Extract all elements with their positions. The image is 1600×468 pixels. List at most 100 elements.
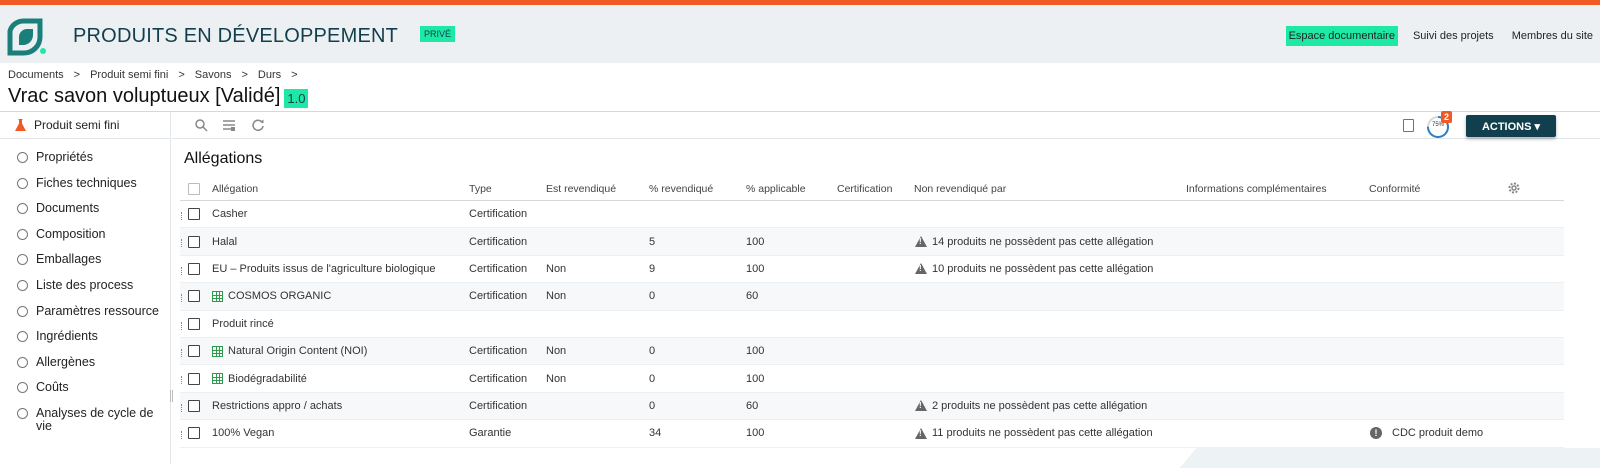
row-checkbox[interactable] bbox=[188, 399, 200, 412]
actions-button[interactable]: ACTIONS ▾ bbox=[1466, 115, 1556, 137]
allegation-name[interactable]: COSMOS ORGANIC bbox=[228, 290, 331, 302]
allegation-name[interactable]: Biodégradabilité bbox=[228, 373, 307, 385]
radio-icon bbox=[17, 331, 28, 343]
warning-text[interactable]: 14 produits ne possèdent pas cette allég… bbox=[932, 236, 1153, 248]
warning-text[interactable]: 2 produits ne possèdent pas cette alléga… bbox=[932, 400, 1147, 412]
row-checkbox[interactable] bbox=[188, 372, 200, 385]
column-header-pct-claimed[interactable]: % revendiqué bbox=[649, 177, 713, 200]
sidebar-item-parametres-ressource[interactable]: Paramètres ressource bbox=[0, 299, 170, 325]
warning-text[interactable]: 11 produits ne possèdent pas cette allég… bbox=[932, 427, 1153, 439]
top-bar: PRODUITS EN DÉVELOPPEMENT PRIVÉ Espace d… bbox=[0, 0, 1600, 63]
breadcrumb-savons[interactable]: Savons bbox=[195, 69, 232, 81]
app-logo[interactable] bbox=[6, 17, 48, 57]
column-header-type[interactable]: Type bbox=[469, 177, 492, 200]
sidebar-menu: Propriétés Fiches techniques Documents C… bbox=[0, 139, 170, 439]
table-row[interactable]: COSMOS ORGANIC Certification Non 0 60 bbox=[180, 283, 1564, 311]
sidebar-item-label: Allergènes bbox=[36, 354, 96, 369]
spreadsheet-export-icon[interactable] bbox=[1403, 119, 1414, 132]
sidebar-item-analyses-cycle-vie[interactable]: Analyses de cycle de vie bbox=[0, 401, 170, 439]
allegation-name[interactable]: Halal bbox=[212, 236, 237, 248]
filter-list-icon[interactable] bbox=[222, 118, 236, 132]
table-row[interactable]: EU – Produits issus de l'agriculture bio… bbox=[180, 256, 1564, 284]
nav-suivi-projets[interactable]: Suivi des projets bbox=[1410, 26, 1497, 46]
drag-handle-icon[interactable] bbox=[181, 294, 183, 303]
breadcrumb-durs[interactable]: Durs bbox=[258, 69, 281, 81]
type-cell: Garantie bbox=[469, 427, 512, 440]
drag-handle-icon[interactable] bbox=[181, 266, 183, 275]
allegation-name[interactable]: Natural Origin Content (NOI) bbox=[228, 345, 367, 357]
row-checkbox[interactable] bbox=[188, 317, 200, 330]
sidebar-item-ingredients[interactable]: Ingrédients bbox=[0, 324, 170, 350]
allegation-cell: Casher bbox=[212, 201, 247, 227]
sidebar-item-proprietes[interactable]: Propriétés bbox=[0, 145, 170, 171]
allegation-name[interactable]: EU – Produits issus de l'agriculture bio… bbox=[212, 263, 435, 275]
allegation-cell: Halal bbox=[212, 228, 237, 254]
search-icon[interactable] bbox=[194, 118, 208, 132]
sidebar-item-liste-process[interactable]: Liste des process bbox=[0, 273, 170, 299]
sidebar-item-allergenes[interactable]: Allergènes bbox=[0, 350, 170, 376]
column-header-claimed[interactable]: Est revendiqué bbox=[546, 177, 616, 200]
refresh-icon[interactable] bbox=[251, 118, 265, 132]
table-row[interactable]: Biodégradabilité Certification Non 0 100 bbox=[180, 365, 1564, 393]
claimed-cell: Non bbox=[546, 262, 567, 275]
sidebar-item-label: Coûts bbox=[36, 380, 69, 395]
breadcrumb-separator: > bbox=[178, 69, 185, 81]
drag-handle-icon[interactable] bbox=[181, 239, 183, 248]
completion-indicator[interactable]: 75% 2 bbox=[1426, 111, 1452, 139]
compliance-text[interactable]: CDC produit demo bbox=[1392, 427, 1483, 439]
not-claimed-by-cell: 14 produits ne possèdent pas cette allég… bbox=[915, 228, 1153, 254]
column-header-compliance[interactable]: Conformité bbox=[1369, 177, 1420, 200]
sidebar-item-emballages[interactable]: Emballages bbox=[0, 247, 170, 273]
info-icon: ! bbox=[1370, 427, 1382, 440]
sidebar-header[interactable]: Produit semi fini bbox=[0, 112, 170, 139]
column-header-certification[interactable]: Certification bbox=[837, 177, 892, 200]
column-header-not-claimed-by[interactable]: Non revendiqué par bbox=[914, 177, 1006, 200]
allegation-cell: Produit rincé bbox=[212, 311, 274, 337]
gear-icon[interactable] bbox=[1507, 181, 1521, 195]
row-checkbox[interactable] bbox=[188, 427, 200, 440]
row-checkbox[interactable] bbox=[188, 235, 200, 248]
allegation-name[interactable]: 100% Vegan bbox=[212, 427, 274, 439]
breadcrumb-separator: > bbox=[241, 69, 248, 81]
allegation-cell: EU – Produits issus de l'agriculture bio… bbox=[212, 256, 435, 282]
column-header-info[interactable]: Informations complémentaires bbox=[1186, 177, 1327, 200]
select-all-checkbox[interactable] bbox=[188, 182, 200, 195]
sidebar-item-composition[interactable]: Composition bbox=[0, 222, 170, 248]
table-row[interactable]: Casher Certification bbox=[180, 201, 1564, 229]
warning-text[interactable]: 10 produits ne possèdent pas cette allég… bbox=[932, 263, 1153, 275]
table-row[interactable]: 100% Vegan Garantie 34 100 11 produits ne po… bbox=[180, 420, 1564, 448]
sidebar-item-couts[interactable]: Coûts bbox=[0, 375, 170, 401]
table-row[interactable]: Restrictions appro / achats Certification… bbox=[180, 392, 1564, 421]
column-header-pct-applicable[interactable]: % applicable bbox=[746, 177, 806, 200]
row-checkbox[interactable] bbox=[188, 262, 200, 275]
pct-applicable-cell: 100 bbox=[746, 427, 765, 440]
nav-membres-site[interactable]: Membres du site bbox=[1509, 26, 1596, 46]
breadcrumb-separator: > bbox=[291, 69, 298, 81]
nav-espace-documentaire[interactable]: Espace documentaire bbox=[1285, 26, 1398, 46]
row-checkbox[interactable] bbox=[188, 290, 200, 303]
sidebar-item-documents[interactable]: Documents bbox=[0, 196, 170, 222]
resize-handle[interactable] bbox=[170, 390, 173, 402]
warning-icon bbox=[915, 263, 927, 275]
allegation-name[interactable]: Produit rincé bbox=[212, 318, 274, 330]
drag-handle-icon[interactable] bbox=[181, 403, 183, 412]
breadcrumb-produit-semi-fini[interactable]: Produit semi fini bbox=[90, 69, 168, 81]
sidebar-item-label: Analyses de cycle de vie bbox=[36, 405, 154, 433]
column-header-allegation[interactable]: Allégation bbox=[212, 177, 258, 200]
table-row[interactable]: Produit rincé bbox=[180, 311, 1564, 338]
row-checkbox[interactable] bbox=[188, 208, 200, 221]
pct-claimed-cell: 0 bbox=[649, 290, 656, 303]
table-row[interactable]: Halal Certification 5 100 14 produits ne pos… bbox=[180, 228, 1564, 256]
table-row[interactable]: Natural Origin Content (NOI) Certificatio… bbox=[180, 337, 1564, 366]
breadcrumb-documents[interactable]: Documents bbox=[8, 69, 64, 81]
sidebar-item-fiches-techniques[interactable]: Fiches techniques bbox=[0, 171, 170, 197]
drag-handle-icon[interactable] bbox=[181, 431, 183, 440]
drag-handle-icon[interactable] bbox=[181, 376, 183, 385]
drag-handle-icon[interactable] bbox=[181, 321, 183, 330]
drag-handle-icon[interactable] bbox=[181, 348, 183, 357]
allegation-name[interactable]: Restrictions appro / achats bbox=[212, 400, 342, 412]
row-checkbox[interactable] bbox=[188, 345, 200, 358]
pct-claimed-cell: 9 bbox=[649, 262, 656, 275]
drag-handle-icon[interactable] bbox=[181, 212, 183, 220]
allegation-name[interactable]: Casher bbox=[212, 208, 247, 220]
